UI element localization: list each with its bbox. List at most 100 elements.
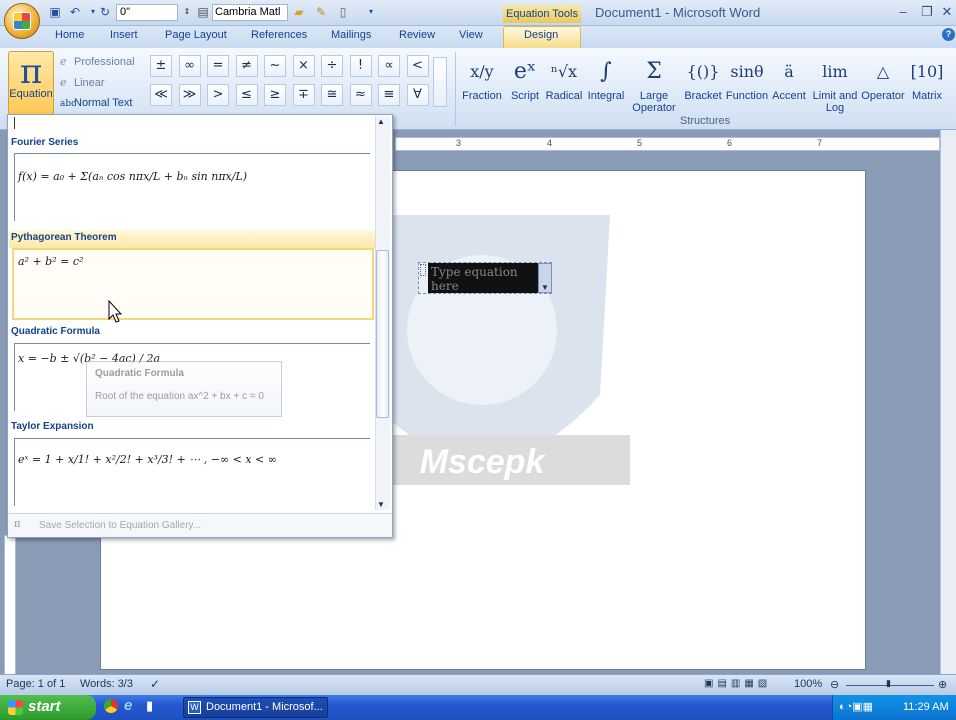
structure-radical-button[interactable]: ⁿ√x Radical bbox=[545, 54, 583, 102]
style-icon[interactable]: ▤ bbox=[196, 5, 210, 19]
tab-home[interactable]: Home bbox=[55, 29, 84, 41]
new-doc-icon[interactable]: ▯ bbox=[336, 5, 350, 19]
structure-bracket-button[interactable]: {()} Bracket bbox=[684, 54, 722, 102]
zoom-level[interactable]: 100% bbox=[794, 678, 822, 690]
font-name-box[interactable]: Cambria Matl bbox=[212, 4, 288, 21]
restore-icon[interactable]: ❐ bbox=[918, 4, 936, 20]
radical-icon: ⁿ√x bbox=[550, 62, 578, 81]
start-button[interactable]: start bbox=[0, 695, 96, 720]
symbol-button[interactable]: ∞ bbox=[178, 55, 201, 77]
gallery-item-fourier[interactable] bbox=[14, 153, 370, 221]
redo-icon[interactable]: ↻ bbox=[98, 5, 112, 19]
symbol-button[interactable]: ∓ bbox=[292, 84, 315, 106]
symbols-more-button[interactable] bbox=[433, 57, 447, 107]
structure-integral-button[interactable]: ∫ Integral bbox=[585, 54, 627, 102]
matrix-icon: [10] bbox=[910, 62, 944, 81]
word-count[interactable]: Words: 3/3 bbox=[80, 678, 133, 690]
symbol-button[interactable]: ≥ bbox=[264, 84, 286, 106]
symbol-button[interactable]: ≫ bbox=[178, 84, 201, 106]
chrome-icon[interactable] bbox=[104, 699, 118, 713]
symbol-button[interactable]: < bbox=[406, 55, 429, 77]
office-button[interactable] bbox=[4, 3, 40, 39]
zoom-in-icon[interactable]: ⊕ bbox=[938, 678, 947, 691]
taskbar-word-button[interactable]: W Document1 - Microsof... bbox=[183, 697, 328, 718]
script-icon: eˣ bbox=[513, 59, 537, 84]
ruler-tick-label: 5 bbox=[637, 138, 643, 148]
structure-function-button[interactable]: sinθ Function bbox=[724, 54, 770, 102]
vertical-ruler[interactable] bbox=[4, 535, 16, 675]
help-icon[interactable]: ? bbox=[942, 28, 955, 41]
tab-page-layout[interactable]: Page Layout bbox=[165, 29, 227, 41]
open-folder-icon[interactable]: ▰ bbox=[292, 5, 306, 19]
symbol-button[interactable]: ÷ bbox=[321, 55, 343, 77]
tab-view[interactable]: View bbox=[459, 29, 483, 41]
clock[interactable]: 11:29 AM bbox=[903, 701, 949, 713]
structure-matrix-button[interactable]: [10] Matrix bbox=[909, 54, 945, 102]
fraction-icon: x/y bbox=[470, 62, 494, 81]
font-size-box[interactable]: 0" bbox=[116, 4, 178, 21]
symbol-button[interactable]: ≅ bbox=[321, 84, 343, 106]
symbol-button[interactable]: ≠ bbox=[235, 55, 258, 77]
undo-icon[interactable]: ↶ bbox=[68, 5, 82, 19]
normal-text-option[interactable]: abcNormal Text bbox=[60, 97, 132, 109]
equation-button[interactable]: π Equation bbox=[8, 51, 54, 115]
scroll-up-icon[interactable]: ▲ bbox=[377, 117, 385, 126]
tab-design[interactable]: Design bbox=[524, 29, 558, 41]
app-launcher-icon[interactable]: ▮ bbox=[146, 698, 153, 714]
spin-icon[interactable]: ⇕ bbox=[180, 5, 194, 19]
professional-option[interactable]: e Professional bbox=[60, 55, 135, 68]
zoom-thumb-icon[interactable]: ▮ bbox=[886, 678, 891, 689]
symbol-button[interactable]: ∀ bbox=[406, 84, 429, 106]
symbol-button[interactable]: ≪ bbox=[150, 84, 172, 106]
symbol-button[interactable]: ~ bbox=[264, 55, 286, 77]
tab-insert[interactable]: Insert bbox=[110, 29, 138, 41]
gallery-scroll-thumb[interactable] bbox=[376, 250, 389, 418]
qat-customize-icon[interactable]: ▾ bbox=[364, 5, 378, 19]
structure-limit-and-log-button[interactable]: lim Limit and Log bbox=[811, 54, 859, 114]
symbol-button[interactable]: > bbox=[207, 84, 229, 106]
symbol-button[interactable]: ± bbox=[150, 55, 172, 77]
structure-fraction-button[interactable]: x/y Fraction bbox=[462, 54, 502, 102]
gallery-item-header: Taylor Expansion bbox=[11, 421, 94, 432]
structure-script-button[interactable]: eˣ Script bbox=[507, 54, 543, 102]
symbol-button[interactable]: × bbox=[292, 55, 315, 77]
gallery-item-header: Pythagorean Theorem bbox=[11, 232, 117, 243]
start-label: start bbox=[28, 698, 61, 715]
zoom-out-icon[interactable]: ⊖ bbox=[830, 678, 839, 691]
minimize-icon[interactable]: – bbox=[894, 4, 912, 20]
format-painter-icon[interactable]: ✎ bbox=[314, 5, 328, 19]
equation-placeholder[interactable]: Type equation here bbox=[428, 263, 538, 293]
gallery-item-taylor[interactable] bbox=[14, 438, 370, 506]
close-icon[interactable]: ✕ bbox=[938, 4, 956, 20]
structure-operator-button[interactable]: △ Operator bbox=[860, 54, 906, 102]
symbol-button[interactable]: = bbox=[207, 55, 229, 77]
equation-button-label: Equation bbox=[9, 88, 53, 100]
symbol-button[interactable]: ≈ bbox=[349, 84, 372, 106]
equation-options-dropdown[interactable]: ▼ bbox=[538, 263, 552, 293]
symbol-button[interactable]: ≡ bbox=[378, 84, 400, 106]
linear-option[interactable]: e Linear bbox=[60, 76, 105, 89]
save-icon[interactable]: ▣ bbox=[48, 5, 62, 19]
tray-icons[interactable]: ◐◔▣▦ bbox=[839, 700, 873, 713]
symbol-button[interactable]: ! bbox=[349, 55, 372, 77]
tab-review[interactable]: Review bbox=[399, 29, 435, 41]
equation-handle-icon[interactable] bbox=[420, 264, 426, 276]
view-buttons-icon[interactable]: ▣▤▥▦▧ bbox=[704, 678, 771, 689]
symbol-button[interactable]: ∝ bbox=[378, 55, 400, 77]
normal-text-label: Normal Text bbox=[74, 97, 133, 109]
save-to-gallery-item[interactable]: π Save Selection to Equation Gallery... bbox=[8, 513, 392, 537]
tab-references[interactable]: References bbox=[251, 29, 307, 41]
horizontal-ruler[interactable] bbox=[395, 137, 940, 151]
ie-icon[interactable]: e bbox=[124, 697, 132, 714]
structure-accent-button[interactable]: ä Accent bbox=[771, 54, 807, 102]
structure-large-operator-button[interactable]: Σ Large Operator bbox=[632, 54, 676, 114]
ruler-tick-label: 7 bbox=[817, 138, 823, 148]
symbol-button[interactable]: ≤ bbox=[235, 84, 258, 106]
status-bar: Page: 1 of 1 Words: 3/3 ✓ ▣▤▥▦▧ 100% ⊖ ▮… bbox=[0, 674, 956, 695]
tab-mailings[interactable]: Mailings bbox=[331, 29, 371, 41]
scroll-down-icon[interactable]: ▼ bbox=[377, 500, 385, 509]
ruler-tick-label: 6 bbox=[727, 138, 733, 148]
vertical-scrollbar[interactable] bbox=[940, 130, 956, 675]
proofing-icon[interactable]: ✓ bbox=[150, 677, 160, 691]
page-count[interactable]: Page: 1 of 1 bbox=[6, 678, 65, 690]
